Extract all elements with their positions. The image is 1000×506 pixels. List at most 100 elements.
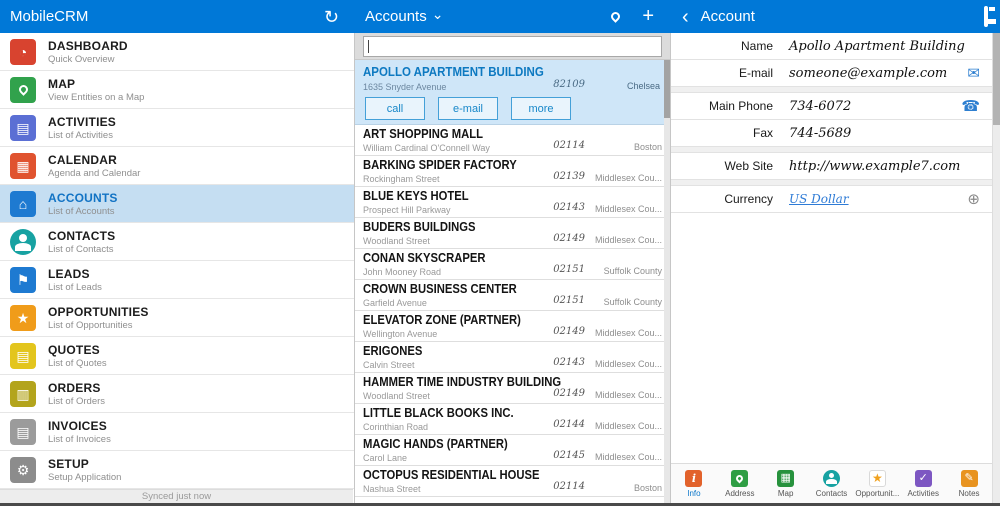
field-row-web-site[interactable]: Web Site http://www.example7.com [671, 153, 992, 180]
account-name: BARKING SPIDER FACTORY [363, 158, 517, 172]
sidebar-item-title: INVOICES [48, 418, 107, 433]
sidebar-item-subtitle: List of Quotes [48, 357, 107, 369]
detail-scrollbar[interactable] [992, 33, 1000, 503]
address-pin-icon [731, 469, 749, 487]
account-row[interactable]: ART SHOPPING MALL William Cardinal O'Con… [355, 125, 670, 156]
account-city: Middlesex Cou... [594, 328, 662, 338]
sidebar-item-subtitle: List of Invoices [48, 433, 111, 445]
pin-glyph [609, 10, 622, 23]
pin-glyph [734, 473, 745, 483]
account-city: Middlesex Cou... [594, 204, 662, 214]
detail-title: Account [700, 8, 755, 25]
contacts-icon [823, 469, 840, 487]
account-row[interactable]: BARKING SPIDER FACTORY Rockingham Street… [355, 156, 670, 187]
save-icon[interactable] [984, 5, 988, 27]
add-account-icon[interactable]: + [642, 5, 654, 28]
search-input[interactable] [363, 36, 662, 57]
account-row[interactable]: MAGIC HANDS (PARTNER) Carol Lane 02145 M… [355, 435, 670, 466]
sidebar-item-map[interactable]: MAP View Entities on a Map [0, 71, 354, 109]
sidebar-item-title: ORDERS [48, 380, 101, 395]
sidebar-item-activities[interactable]: ▤ ACTIVITIES List of Activities [0, 109, 354, 147]
sidebar-item-calendar[interactable]: ▦ CALENDAR Agenda and Calendar [0, 147, 354, 185]
sidebar-item-subtitle: List of Contacts [48, 243, 114, 255]
add-circle-icon[interactable]: ⊕ [967, 192, 980, 207]
account-street: Rockingham Street [363, 174, 440, 184]
sync-icon[interactable]: ↻ [324, 8, 339, 26]
sidebar-item-subtitle: Quick Overview [48, 53, 115, 65]
account-row[interactable]: CROWN BUSINESS CENTER Garfield Avenue 02… [355, 280, 670, 311]
quotes-icon: ▤ [10, 342, 36, 369]
account-row[interactable]: ERIGONES Calvin Street 02143 Middlesex C… [355, 342, 670, 373]
tab-map[interactable]: ▦ Map [763, 464, 809, 503]
tab-label: Contacts [815, 488, 848, 498]
phone-icon[interactable]: ☎ [961, 99, 980, 114]
selected-account-card[interactable]: APOLLO APARTMENT BUILDING 1635 Snyder Av… [355, 60, 670, 125]
leads-icon: ⚑ [10, 266, 36, 293]
account-row[interactable]: BUDERS BUILDINGS Woodland Street 02149 M… [355, 218, 670, 249]
account-row[interactable]: OCTOPUS RESIDENTIAL HOUSE Nashua Street … [355, 466, 670, 497]
header-detail-section: ‹ Account [670, 0, 1000, 33]
account-street: John Mooney Road [363, 267, 442, 277]
contacts-icon [10, 228, 36, 255]
account-row[interactable]: LITTLE BLACK BOOKS INC. Corinthian Road … [355, 404, 670, 435]
list-title[interactable]: Accounts [365, 8, 427, 25]
account-row[interactable]: CONAN SKYSCRAPER John Mooney Road 02151 … [355, 249, 670, 280]
sidebar-item-subtitle: List of Activities [48, 129, 113, 141]
sidebar-item-orders[interactable]: ▥ ORDERS List of Orders [0, 375, 354, 413]
account-street: Woodland Street [363, 391, 430, 401]
field-row-fax[interactable]: Fax 744-5689 [671, 120, 992, 147]
email-icon[interactable]: ✉ [967, 66, 980, 81]
field-list: Name Apollo Apartment Building E-mail so… [671, 33, 992, 213]
email-button[interactable]: e-mail [438, 97, 498, 120]
account-zip: 02143 [553, 202, 585, 213]
tab-info[interactable]: i Info [671, 464, 717, 503]
more-button[interactable]: more [511, 97, 571, 120]
header-left-section: MobileCRM ↻ [0, 0, 355, 33]
field-value: someone@example.com [789, 65, 948, 81]
notes-pencil-icon: ✎ [960, 469, 978, 487]
field-row-currency[interactable]: Currency US Dollar ⊕ [671, 186, 992, 213]
sidebar-item-leads[interactable]: ⚑ LEADS List of Leads [0, 261, 354, 299]
tab-address[interactable]: Address [717, 464, 763, 503]
tab-opportunities[interactable]: ★ Opportunit... [854, 464, 900, 503]
sidebar-item-title: MAP [48, 76, 76, 91]
quick-actions: call e-mail more [365, 97, 571, 120]
tab-label: Info [687, 488, 701, 498]
account-street: Wellington Avenue [363, 329, 438, 339]
field-value: 734-6072 [789, 98, 852, 114]
sidebar-item-contacts[interactable]: CONTACTS List of Contacts [0, 223, 354, 261]
sidebar-item-setup[interactable]: ⚙ SETUP Setup Application [0, 451, 354, 489]
field-label: Name [740, 39, 773, 53]
tab-notes[interactable]: ✎ Notes [946, 464, 992, 503]
account-street: Corinthian Road [363, 422, 429, 432]
app-title: MobileCRM [10, 8, 89, 25]
account-row[interactable]: BLUE KEYS HOTEL Prospect Hill Parkway 02… [355, 187, 670, 218]
activities-check-icon: ✓ [914, 469, 932, 487]
mobilecrm-app: MobileCRM ↻ Accounts ⌄ + ‹ Account ◔ DAS… [0, 0, 1000, 506]
account-street: Carol Lane [363, 453, 408, 463]
sidebar-item-accounts[interactable]: ⌂ ACCOUNTS List of Accounts [0, 185, 354, 223]
account-row[interactable]: HAMMER TIME INDUSTRY BUILDING Woodland S… [355, 373, 670, 404]
sidebar-item-quotes[interactable]: ▤ QUOTES List of Quotes [0, 337, 354, 375]
tab-contacts[interactable]: Contacts [809, 464, 855, 503]
sidebar-item-invoices[interactable]: ▤ INVOICES List of Invoices [0, 413, 354, 451]
search-bar [355, 33, 670, 60]
field-row-name[interactable]: Name Apollo Apartment Building [671, 33, 992, 60]
tab-activities[interactable]: ✓ Activities [900, 464, 946, 503]
sidebar-item-opportunities[interactable]: ★ OPPORTUNITIES List of Opportunities [0, 299, 354, 337]
chevron-down-icon[interactable]: ⌄ [432, 6, 444, 23]
scrollbar-thumb[interactable] [993, 33, 1000, 125]
map-pin-icon[interactable] [609, 10, 622, 23]
field-row-email[interactable]: E-mail someone@example.com ✉ [671, 60, 992, 87]
sidebar-item-subtitle: List of Leads [48, 281, 102, 293]
map-icon: ▦ [777, 469, 795, 487]
sidebar-item-dashboard[interactable]: ◔ DASHBOARD Quick Overview [0, 33, 354, 71]
sidebar-item-title: LEADS [48, 266, 90, 281]
call-button[interactable]: call [365, 97, 425, 120]
field-row-main-phone[interactable]: Main Phone 734-6072 ☎ [671, 93, 992, 120]
back-icon[interactable]: ‹ [682, 7, 689, 27]
currency-link[interactable]: US Dollar [789, 192, 849, 206]
account-detail-panel: Name Apollo Apartment Building E-mail so… [670, 33, 1000, 506]
account-row[interactable]: ELEVATOR ZONE (PARTNER) Wellington Avenu… [355, 311, 670, 342]
account-city: Boston [633, 483, 662, 493]
